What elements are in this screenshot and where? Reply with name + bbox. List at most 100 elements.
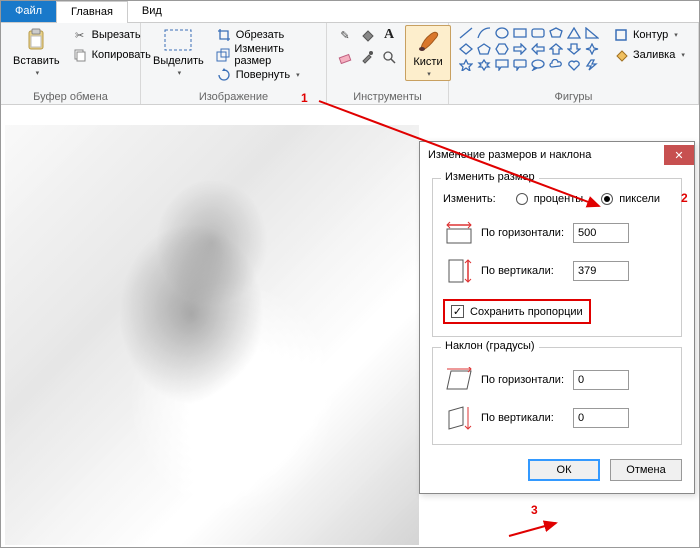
shape-oval-icon[interactable] bbox=[493, 25, 511, 41]
shape-roundrect-icon[interactable] bbox=[529, 25, 547, 41]
skew-v-input[interactable] bbox=[573, 408, 629, 428]
ribbon: Вставить ▾ ✂ Вырезать Копировать Буфер о… bbox=[1, 23, 699, 105]
shape-callout-round-icon[interactable] bbox=[511, 57, 529, 73]
brushes-label: Кисти bbox=[413, 56, 442, 68]
shape-arrow-u-icon[interactable] bbox=[547, 41, 565, 57]
group-shapes-label: Фигуры bbox=[457, 90, 690, 103]
fill-button[interactable]: Заливка▾ bbox=[611, 45, 687, 65]
outline-label: Контур bbox=[633, 29, 668, 41]
selection-icon bbox=[162, 27, 194, 53]
shape-pentagon-icon[interactable] bbox=[475, 41, 493, 57]
chevron-down-icon: ▾ bbox=[36, 69, 40, 77]
clipboard-icon bbox=[20, 27, 52, 53]
paste-button[interactable]: Вставить ▾ bbox=[9, 25, 64, 79]
shape-cloud-icon[interactable] bbox=[547, 57, 565, 73]
shape-diamond-icon[interactable] bbox=[457, 41, 475, 57]
close-button[interactable]: ✕ bbox=[664, 145, 694, 165]
group-shapes: Контур▾ Заливка▾ Фигуры bbox=[449, 23, 699, 104]
skew-v-icon bbox=[443, 404, 475, 432]
shape-rect-icon[interactable] bbox=[511, 25, 529, 41]
dialog-titlebar: Изменение размеров и наклона ✕ bbox=[420, 142, 694, 168]
shape-arrow-r-icon[interactable] bbox=[511, 41, 529, 57]
resize-fieldset: Изменить размер Изменить: проценты пиксе… bbox=[432, 178, 682, 337]
shape-bolt-icon[interactable] bbox=[583, 57, 601, 73]
resize-icon bbox=[216, 47, 231, 63]
marker-1: 1 bbox=[301, 91, 308, 105]
tab-file[interactable]: Файл bbox=[1, 1, 56, 22]
shape-arrow-d-icon[interactable] bbox=[565, 41, 583, 57]
crop-label: Обрезать bbox=[236, 29, 285, 41]
radio-pixels[interactable] bbox=[601, 193, 613, 205]
shape-star6-icon[interactable] bbox=[475, 57, 493, 73]
horizontal-input[interactable] bbox=[573, 223, 629, 243]
group-image-label: Изображение bbox=[149, 90, 318, 103]
tab-strip: Файл Главная Вид bbox=[1, 1, 699, 23]
tab-home[interactable]: Главная bbox=[56, 1, 128, 23]
radio-percent[interactable] bbox=[516, 193, 528, 205]
shape-right-triangle-icon[interactable] bbox=[583, 25, 601, 41]
shape-heart-icon[interactable] bbox=[565, 57, 583, 73]
skew-fieldset: Наклон (градусы) По горизонтали: По верт… bbox=[432, 347, 682, 445]
shape-arrow-l-icon[interactable] bbox=[529, 41, 547, 57]
shape-callout-oval-icon[interactable] bbox=[529, 57, 547, 73]
fill-label: Заливка bbox=[633, 49, 675, 61]
select-label: Выделить bbox=[153, 55, 204, 67]
shape-line-icon[interactable] bbox=[457, 25, 475, 41]
crop-button[interactable]: Обрезать bbox=[214, 25, 318, 45]
shapes-gallery[interactable] bbox=[457, 25, 601, 73]
resize-button[interactable]: Изменить размер bbox=[214, 45, 318, 65]
shape-callout-rect-icon[interactable] bbox=[493, 57, 511, 73]
vertical-icon bbox=[443, 257, 475, 285]
rotate-label: Повернуть bbox=[236, 69, 290, 81]
shape-polygon-icon[interactable] bbox=[547, 25, 565, 41]
rotate-icon bbox=[216, 67, 232, 83]
ok-button[interactable]: ОК bbox=[528, 459, 600, 481]
keep-ratio-label: Сохранить пропорции bbox=[470, 306, 583, 318]
outline-button[interactable]: Контур▾ bbox=[611, 25, 687, 45]
group-tools-label: Инструменты bbox=[335, 90, 440, 103]
group-image: Выделить ▾ Обрезать Изменить размер bbox=[141, 23, 327, 104]
cancel-button[interactable]: Отмена bbox=[610, 459, 682, 481]
pixels-label: пиксели bbox=[619, 193, 660, 205]
pencil-icon[interactable]: ✎ bbox=[335, 25, 355, 45]
crop-icon bbox=[216, 27, 232, 43]
horizontal-icon bbox=[443, 219, 475, 247]
skew-legend: Наклон (градусы) bbox=[441, 340, 539, 352]
canvas-image[interactable] bbox=[5, 125, 419, 545]
vertical-label: По вертикали: bbox=[481, 265, 567, 277]
skew-v-label: По вертикали: bbox=[481, 412, 567, 424]
group-clipboard-label: Буфер обмена bbox=[9, 90, 132, 103]
shape-hexagon-icon[interactable] bbox=[493, 41, 511, 57]
magnifier-icon[interactable] bbox=[379, 47, 399, 67]
shape-triangle-icon[interactable] bbox=[565, 25, 583, 41]
skew-h-input[interactable] bbox=[573, 370, 629, 390]
text-icon[interactable]: A bbox=[379, 25, 399, 45]
group-clipboard: Вставить ▾ ✂ Вырезать Копировать Буфер о… bbox=[1, 23, 141, 104]
shape-curve-icon[interactable] bbox=[475, 25, 493, 41]
color-picker-icon[interactable] bbox=[357, 47, 377, 67]
close-icon: ✕ bbox=[674, 149, 683, 162]
brush-icon bbox=[412, 28, 444, 54]
marker-3: 3 bbox=[531, 503, 538, 517]
resize-legend: Изменить размер bbox=[441, 171, 539, 183]
skew-h-icon bbox=[443, 366, 475, 394]
keep-ratio-checkbox[interactable]: ✓ bbox=[451, 305, 464, 318]
tab-view[interactable]: Вид bbox=[128, 1, 176, 22]
skew-h-label: По горизонтали: bbox=[481, 374, 567, 386]
select-button[interactable]: Выделить ▾ bbox=[149, 25, 208, 79]
rotate-button[interactable]: Повернуть ▾ bbox=[214, 65, 318, 85]
shape-star5-icon[interactable] bbox=[457, 57, 475, 73]
marker-2: 2 bbox=[681, 191, 688, 205]
chevron-down-icon: ▾ bbox=[296, 71, 300, 79]
scissors-icon: ✂ bbox=[72, 27, 88, 43]
resize-label: Изменить размер bbox=[234, 43, 316, 67]
tool-palette: ✎ A bbox=[335, 25, 399, 67]
chevron-down-icon: ▾ bbox=[427, 70, 431, 78]
eraser-icon[interactable] bbox=[335, 47, 355, 67]
fill-icon bbox=[613, 47, 629, 63]
fill-bucket-icon[interactable] bbox=[357, 25, 377, 45]
vertical-input[interactable] bbox=[573, 261, 629, 281]
shape-star4-icon[interactable] bbox=[583, 41, 601, 57]
cut-label: Вырезать bbox=[92, 29, 141, 41]
brushes-button[interactable]: Кисти ▾ bbox=[405, 25, 451, 81]
